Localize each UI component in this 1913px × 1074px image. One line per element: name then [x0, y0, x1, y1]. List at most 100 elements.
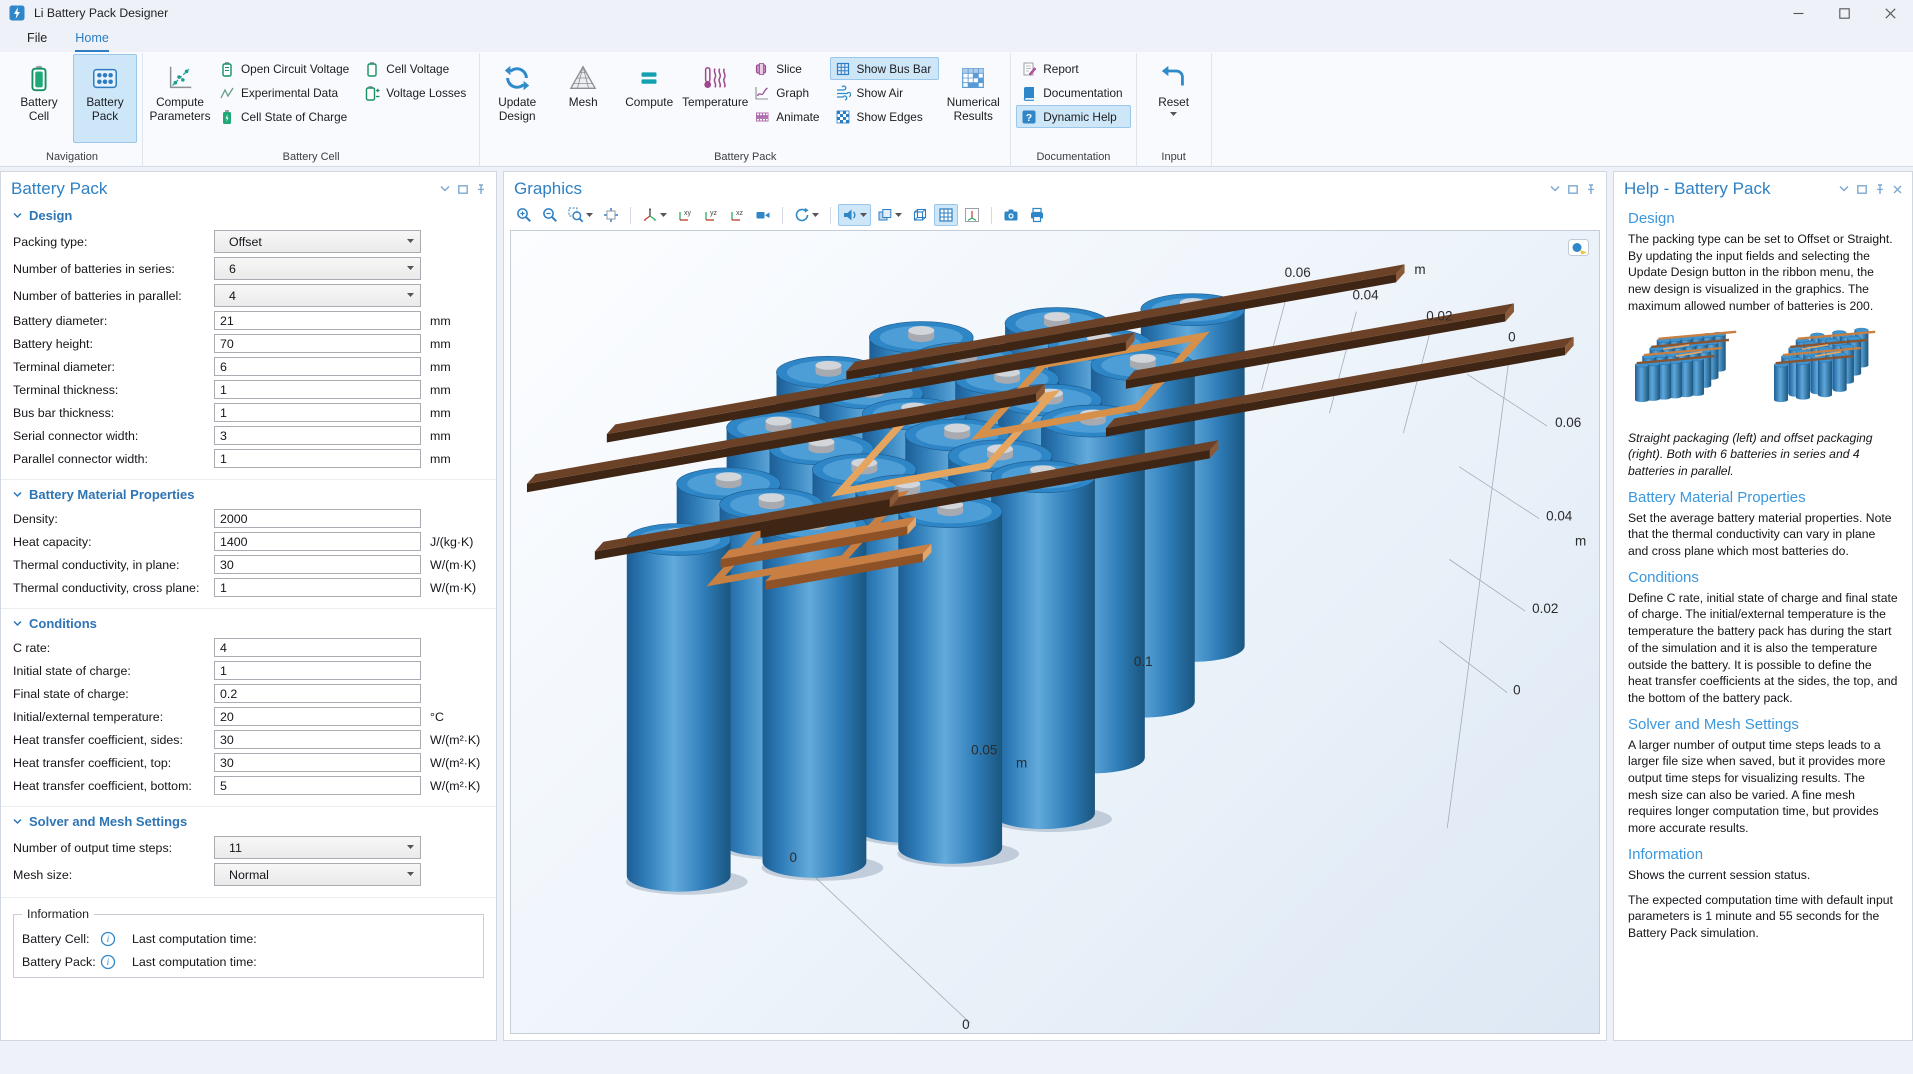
ribbon-button-battery-pack[interactable]: Battery Pack — [73, 54, 137, 143]
heat-transfer-coefficient-sides-field[interactable] — [214, 730, 421, 749]
ribbon-button-compute-parameters[interactable]: Compute Parameters — [148, 54, 212, 143]
reset-view-icon[interactable] — [1568, 239, 1589, 256]
close-button[interactable] — [1867, 0, 1913, 26]
collapse-icon[interactable] — [1839, 185, 1849, 193]
tab-home[interactable]: Home — [75, 31, 109, 52]
view-xz-button[interactable]: xz — [725, 204, 749, 226]
ribbon-button-open-circuit-voltage[interactable]: Open Circuit Voltage — [214, 57, 357, 80]
ribbon-button-temperature[interactable]: Temperature — [683, 54, 747, 143]
chevron-down-icon — [407, 845, 414, 850]
final-state-of-charge-field[interactable] — [214, 684, 421, 703]
float-icon[interactable] — [458, 185, 468, 194]
form-row-battery-height: Battery height:mm — [13, 332, 484, 355]
print-button[interactable] — [1025, 204, 1049, 226]
zoom-in-button[interactable] — [512, 204, 536, 226]
ribbon-button-graph[interactable]: Graph — [749, 81, 827, 104]
speaker-button[interactable] — [838, 204, 871, 226]
view-yz-button[interactable]: yz — [699, 204, 723, 226]
section-header-design[interactable]: Design — [13, 203, 484, 228]
heat-capacity-field[interactable] — [214, 532, 421, 551]
scene-cube-button[interactable] — [873, 204, 906, 226]
serial-connector-width-field[interactable] — [214, 426, 421, 445]
ribbon-button-show-air[interactable]: Show Air — [830, 81, 940, 104]
ribbon-button-label: Show Edges — [857, 110, 923, 124]
maximize-button[interactable] — [1821, 0, 1867, 26]
section-conditions: ConditionsC rate:Initial state of charge… — [1, 609, 496, 807]
ribbon-button-animate[interactable]: Animate — [749, 105, 827, 128]
default-3d-view-button[interactable] — [638, 204, 671, 226]
ribbon-button-documentation[interactable]: Documentation — [1016, 81, 1130, 104]
help-paragraph: Define C rate, initial state of charge a… — [1628, 590, 1898, 707]
settings-panel-title: Battery Pack — [11, 179, 107, 199]
view-xz-icon: xz — [729, 207, 745, 223]
density-field[interactable] — [214, 509, 421, 528]
ribbon-button-cell-voltage[interactable]: Cell Voltage — [359, 57, 474, 80]
info-icon: i — [100, 931, 116, 947]
pin-icon[interactable] — [1875, 184, 1885, 195]
ribbon-button-slice[interactable]: Slice — [749, 57, 827, 80]
initial-state-of-charge-field[interactable] — [214, 661, 421, 680]
zoom-out-button[interactable] — [538, 204, 562, 226]
zoom-extents-button[interactable] — [599, 204, 623, 226]
ribbon-button-voltage-losses[interactable]: Voltage Losses — [359, 81, 474, 104]
thermal-conductivity-cross-plane-field[interactable] — [214, 578, 421, 597]
view-xy-button[interactable]: xy — [673, 204, 697, 226]
c-rate-field[interactable] — [214, 638, 421, 657]
terminal-thickness-field[interactable] — [214, 380, 421, 399]
ribbon-button-update-design[interactable]: Update Design — [485, 54, 549, 143]
grid-button[interactable] — [934, 204, 958, 226]
screenshot-button[interactable] — [999, 204, 1023, 226]
graphics-canvas[interactable]: 0.060.04m0.0200.060.04m0.0200.10.05m00 — [510, 230, 1600, 1034]
thermal-conductivity-in-plane-field[interactable] — [214, 555, 421, 574]
initial-external-temperature-field[interactable] — [214, 707, 421, 726]
field-label: Mesh size: — [13, 868, 214, 882]
parallel-connector-width-field[interactable] — [214, 449, 421, 468]
axis-box-button[interactable] — [960, 204, 984, 226]
wireframe-cube-icon — [912, 207, 928, 223]
float-icon[interactable] — [1568, 185, 1578, 194]
ribbon-button-reset[interactable]: Reset — [1142, 54, 1206, 143]
terminal-diameter-field[interactable] — [214, 357, 421, 376]
help-paragraph: Set the average battery material propert… — [1628, 510, 1898, 560]
ribbon-button-experimental-data[interactable]: Experimental Data — [214, 81, 357, 104]
minimize-button[interactable] — [1775, 0, 1821, 26]
zoom-box-button[interactable] — [564, 204, 597, 226]
chevron-down-icon — [407, 239, 414, 244]
help-paragraph: Shows the current session status. — [1628, 867, 1898, 884]
collapse-icon[interactable] — [1550, 185, 1560, 193]
pin-icon[interactable] — [1586, 184, 1596, 195]
wireframe-cube-button[interactable] — [908, 204, 932, 226]
camera-projection-button[interactable] — [751, 204, 775, 226]
section-header-battery-material-properties[interactable]: Battery Material Properties — [13, 482, 484, 507]
ribbon-button-show-edges[interactable]: Show Edges — [830, 105, 940, 128]
heat-transfer-coefficient-bottom-field[interactable] — [214, 776, 421, 795]
battery-height-field[interactable] — [214, 334, 421, 353]
mesh-size-dropdown[interactable]: Normal — [214, 863, 421, 886]
battery-diameter-field[interactable] — [214, 311, 421, 330]
ribbon-button-battery-cell[interactable]: Battery Cell — [7, 54, 71, 143]
ribbon-button-mesh[interactable]: Mesh — [551, 54, 615, 143]
collapse-icon[interactable] — [440, 185, 450, 193]
section-header-conditions[interactable]: Conditions — [13, 611, 484, 636]
number-of-batteries-in-parallel-dropdown[interactable]: 4 — [214, 284, 421, 307]
float-icon[interactable] — [1857, 185, 1867, 194]
heat-transfer-coefficient-top-field[interactable] — [214, 753, 421, 772]
pin-icon[interactable] — [476, 184, 486, 195]
form-row-parallel-connector-width: Parallel connector width:mm — [13, 447, 484, 470]
number-of-output-time-steps-dropdown[interactable]: 11 — [214, 836, 421, 859]
number-of-batteries-in-series-dropdown[interactable]: 6 — [214, 257, 421, 280]
section-header-solver-and-mesh-settings[interactable]: Solver and Mesh Settings — [13, 809, 484, 834]
ribbon-button-numerical-results[interactable]: Numerical Results — [941, 54, 1005, 143]
packing-type-dropdown[interactable]: Offset — [214, 230, 421, 253]
ribbon-button-show-bus-bar[interactable]: Show Bus Bar — [830, 57, 940, 80]
ribbon-button-cell-state-of-charge[interactable]: Cell State of Charge — [214, 105, 357, 128]
close-icon[interactable] — [1893, 185, 1902, 194]
ribbon-button-compute[interactable]: Compute — [617, 54, 681, 143]
bus-bar-thickness-field[interactable] — [214, 403, 421, 422]
information-legend: Information — [22, 907, 94, 921]
rotate-button[interactable] — [790, 204, 823, 226]
ribbon-button-report[interactable]: Report — [1016, 57, 1130, 80]
menu-file[interactable]: File — [27, 31, 47, 52]
field-label: Number of batteries in parallel: — [13, 289, 214, 303]
ribbon-button-dynamic-help[interactable]: ?Dynamic Help — [1016, 105, 1130, 128]
